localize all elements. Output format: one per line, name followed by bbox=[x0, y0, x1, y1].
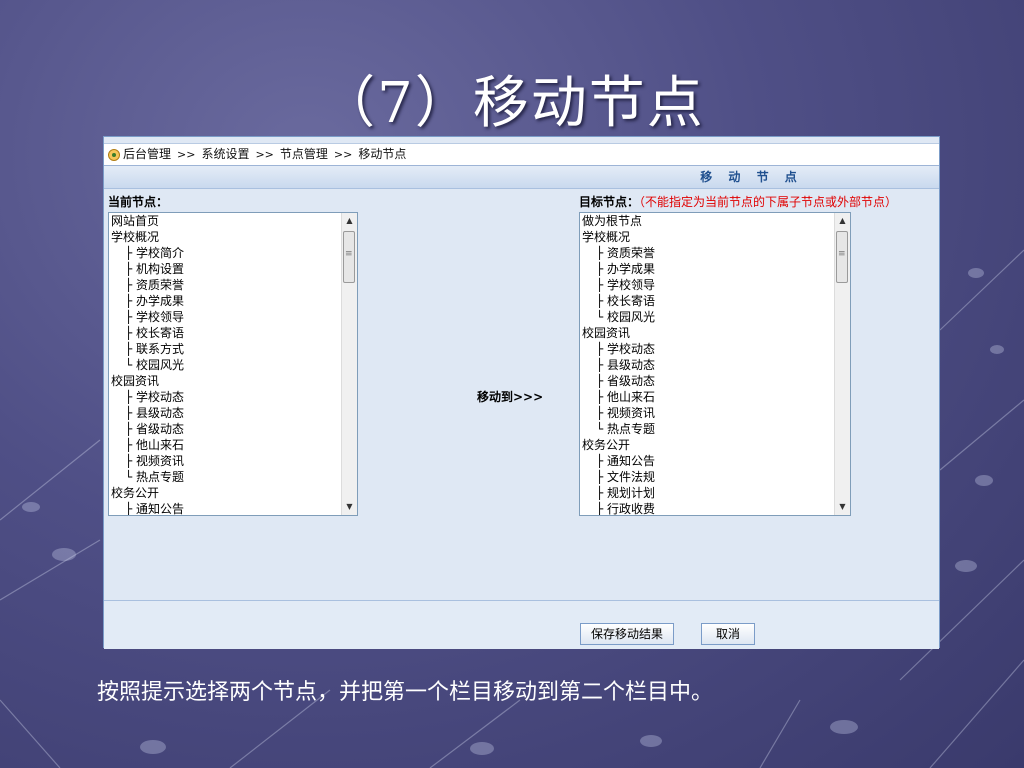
list-item[interactable]: └ 校园风光 bbox=[582, 309, 850, 325]
target-node-list: 做为根节点 学校概况 ├ 资质荣誉 ├ 办学成果 ├ 学校领导 ├ 校长寄语 └ 校园风光校… bbox=[580, 213, 850, 515]
list-item[interactable]: 学校概况 bbox=[111, 229, 357, 245]
current-node-list: 网站首页 学校概况 ├ 学校简介 ├ 机构设置 ├ 资质荣誉 ├ 办学成果 ├ 学校领导 ├ … bbox=[109, 213, 357, 515]
list-item[interactable]: 学校概况 bbox=[582, 229, 850, 245]
decor-dot bbox=[990, 345, 1004, 354]
decor-dot bbox=[140, 740, 166, 754]
scroll-down-arrow-icon[interactable]: ▼ bbox=[342, 499, 357, 515]
move-to-label: 移动到>>> bbox=[477, 390, 544, 404]
target-list-scrollbar[interactable]: ▲ ▼ bbox=[834, 213, 850, 515]
slide-title: （7）移动节点 bbox=[319, 71, 705, 136]
current-list-scrollbar[interactable]: ▲ ▼ bbox=[341, 213, 357, 515]
list-item[interactable]: └ 校园风光 bbox=[111, 357, 357, 373]
list-item[interactable]: ├ 通知公告 bbox=[111, 501, 357, 515]
list-item[interactable]: ├ 省级动态 bbox=[111, 421, 357, 437]
decor-dot bbox=[968, 268, 984, 278]
list-item[interactable]: ├ 联系方式 bbox=[111, 341, 357, 357]
list-item[interactable]: └ 热点专题 bbox=[582, 421, 850, 437]
breadcrumb-item-move-node: 移动节点 bbox=[358, 147, 407, 161]
list-item[interactable]: ├ 办学成果 bbox=[111, 293, 357, 309]
scroll-up-arrow-icon[interactable]: ▲ bbox=[835, 213, 850, 229]
list-item[interactable]: ├ 学校动态 bbox=[582, 341, 850, 357]
list-item[interactable]: 网站首页 bbox=[111, 213, 357, 229]
list-item[interactable]: 校园资讯 bbox=[582, 325, 850, 341]
list-item[interactable]: └ 热点专题 bbox=[111, 469, 357, 485]
cancel-button[interactable]: 取消 bbox=[701, 623, 756, 645]
decor-dot bbox=[52, 548, 76, 561]
window-top-strip bbox=[104, 137, 939, 144]
breadcrumb-item-node-management[interactable]: 节点管理 bbox=[280, 144, 328, 165]
target-node-hint: （不能指定为当前节点的下属子节点或外部节点） bbox=[639, 195, 898, 209]
decor-dot bbox=[975, 475, 993, 486]
save-move-button[interactable]: 保存移动结果 bbox=[580, 623, 675, 645]
panel-title: 移 动 节 点 bbox=[104, 166, 939, 189]
scroll-down-arrow-icon[interactable]: ▼ bbox=[835, 499, 850, 515]
admin-window: 后台管理 >> 系统设置 >> 节点管理 >> 移动节点 移 动 节 点 当前节… bbox=[103, 136, 940, 649]
decor-dot bbox=[830, 720, 858, 734]
list-item[interactable]: ├ 省级动态 bbox=[582, 373, 850, 389]
list-item[interactable]: ├ 通知公告 bbox=[582, 453, 850, 469]
scrollbar-thumb[interactable] bbox=[836, 231, 848, 283]
list-item[interactable]: ├ 视频资讯 bbox=[111, 453, 357, 469]
breadcrumb-separator: >> bbox=[255, 148, 274, 161]
breadcrumb-separator: >> bbox=[177, 148, 196, 161]
list-item[interactable]: 校务公开 bbox=[111, 485, 357, 501]
scrollbar-thumb[interactable] bbox=[343, 231, 355, 283]
slide-caption: 按照提示选择两个节点，并把第一个栏目移动到第二个栏目中。 bbox=[97, 680, 714, 705]
breadcrumb: 后台管理 >> 系统设置 >> 节点管理 >> 移动节点 bbox=[104, 144, 939, 166]
list-item[interactable]: ├ 行政收费 bbox=[582, 501, 850, 515]
breadcrumb-separator: >> bbox=[333, 148, 353, 161]
list-item[interactable]: ├ 他山来石 bbox=[582, 389, 850, 405]
list-item[interactable]: ├ 文件法规 bbox=[582, 469, 850, 485]
current-node-listbox[interactable]: 网站首页 学校概况 ├ 学校简介 ├ 机构设置 ├ 资质荣誉 ├ 办学成果 ├ 学校领导 ├ … bbox=[108, 212, 358, 516]
list-item[interactable]: ├ 办学成果 bbox=[582, 261, 850, 277]
target-node-label-text: 目标节点： bbox=[579, 195, 640, 209]
list-item[interactable]: 校务公开 bbox=[582, 437, 850, 453]
target-node-listbox[interactable]: 做为根节点 学校概况 ├ 资质荣誉 ├ 办学成果 ├ 学校领导 ├ 校长寄语 └ 校园风光校… bbox=[579, 212, 851, 516]
action-bar: 保存移动结果 取消 bbox=[104, 600, 939, 649]
current-node-label-text: 当前节点： bbox=[108, 195, 169, 209]
list-item[interactable]: ├ 规划计划 bbox=[582, 485, 850, 501]
list-item[interactable]: ├ 校长寄语 bbox=[582, 293, 850, 309]
list-item[interactable]: ├ 资质荣誉 bbox=[111, 277, 357, 293]
list-item[interactable]: ├ 视频资讯 bbox=[582, 405, 850, 421]
list-item[interactable]: ├ 校长寄语 bbox=[111, 325, 357, 341]
decor-dot bbox=[470, 742, 494, 755]
scroll-up-arrow-icon[interactable]: ▲ bbox=[342, 213, 357, 229]
list-item[interactable]: ├ 学校领导 bbox=[111, 309, 357, 325]
list-item[interactable]: 做为根节点 bbox=[582, 213, 850, 229]
list-item[interactable]: 校园资讯 bbox=[111, 373, 357, 389]
list-item[interactable]: ├ 资质荣誉 bbox=[582, 245, 850, 261]
decor-dot bbox=[640, 735, 662, 747]
target-node-label: 目标节点：（不能指定为当前节点的下属子节点或外部节点） bbox=[579, 193, 897, 210]
list-item[interactable]: ├ 他山来石 bbox=[111, 437, 357, 453]
list-item[interactable]: ├ 机构设置 bbox=[111, 261, 357, 277]
decor-dot bbox=[22, 502, 40, 512]
list-item[interactable]: ├ 学校领导 bbox=[582, 277, 850, 293]
decor-dot bbox=[955, 560, 977, 572]
list-item[interactable]: ├ 学校动态 bbox=[111, 389, 357, 405]
breadcrumb-item-admin[interactable]: 后台管理 bbox=[123, 144, 171, 165]
list-item[interactable]: ├ 县级动态 bbox=[582, 357, 850, 373]
current-node-label: 当前节点： bbox=[108, 193, 168, 210]
list-item[interactable]: ├ 县级动态 bbox=[111, 405, 357, 421]
home-icon bbox=[108, 148, 120, 161]
list-item[interactable]: ├ 学校简介 bbox=[111, 245, 357, 261]
breadcrumb-item-system-settings[interactable]: 系统设置 bbox=[201, 144, 249, 165]
